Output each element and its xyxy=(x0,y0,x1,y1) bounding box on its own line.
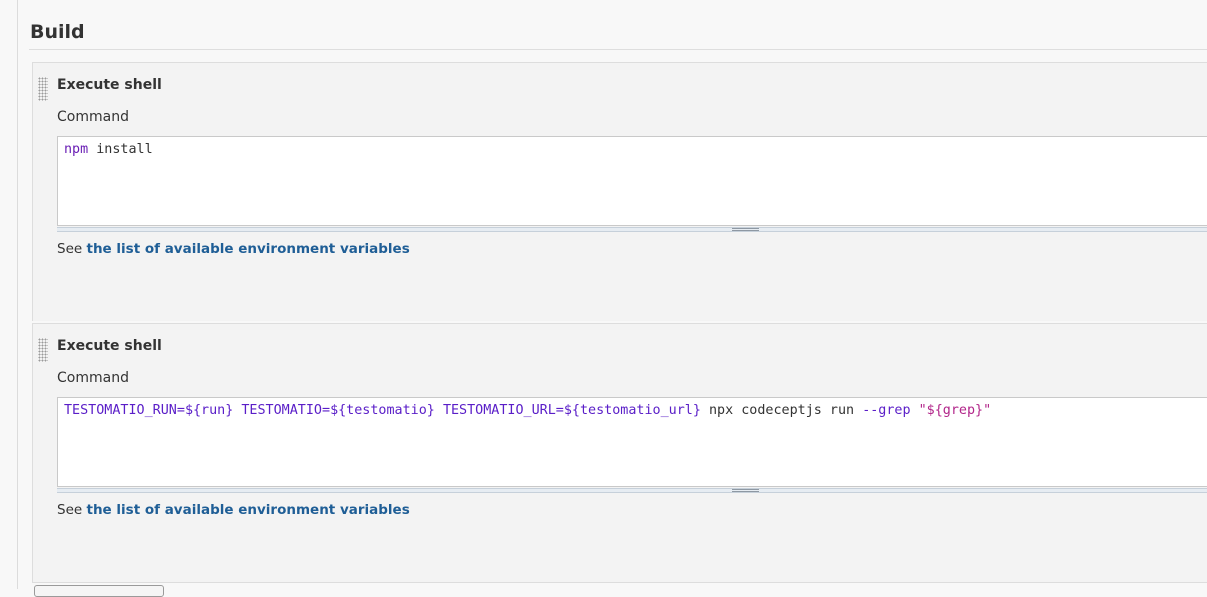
code-token: TESTOMATIO= xyxy=(241,403,331,418)
editor-resize-handle[interactable] xyxy=(57,227,1207,232)
help-prefix: See xyxy=(57,241,87,257)
drag-handle-icon[interactable] xyxy=(38,338,48,362)
step-title: Execute shell xyxy=(57,77,162,93)
code-token: "${grep}" xyxy=(918,403,992,418)
editor-resize-handle[interactable] xyxy=(57,488,1207,493)
command-label: Command xyxy=(57,370,129,386)
env-variables-link[interactable]: the list of available environment variab… xyxy=(86,241,409,257)
command-label: Command xyxy=(57,109,129,125)
build-step-execute-shell-2: Execute shell Command TESTOMATIO_RUN=${r… xyxy=(32,323,1207,582)
drag-handle-icon[interactable] xyxy=(38,77,48,101)
env-variables-link[interactable]: the list of available environment variab… xyxy=(86,502,409,518)
command-editor[interactable]: npm install xyxy=(57,136,1207,226)
code-token: ${testomatio} xyxy=(330,403,435,418)
steps-bottom-divider xyxy=(32,582,1207,583)
help-text: See the list of available environment va… xyxy=(57,502,410,518)
code-token: install xyxy=(88,142,153,157)
resize-grip-icon xyxy=(732,228,759,231)
code-token: TESTOMATIO_RUN= xyxy=(64,403,185,418)
code-token: --grep xyxy=(862,403,911,418)
command-editor[interactable]: TESTOMATIO_RUN=${run} TESTOMATIO=${testo… xyxy=(57,397,1207,487)
command-code-line: npm install xyxy=(64,142,153,157)
help-text: See the list of available environment va… xyxy=(57,241,410,257)
code-token: npx codeceptjs run xyxy=(700,403,863,418)
code-token: TESTOMATIO_URL= xyxy=(442,403,564,418)
section-divider xyxy=(29,49,1207,50)
help-prefix: See xyxy=(57,502,87,518)
add-build-step-button[interactable] xyxy=(34,585,164,597)
resize-grip-icon xyxy=(732,489,759,492)
step-title: Execute shell xyxy=(57,338,162,354)
build-step-execute-shell-1: Execute shell Command npm install See th… xyxy=(32,62,1207,321)
code-token: npm xyxy=(64,142,89,157)
page-left-border xyxy=(17,0,18,589)
build-section-title: Build xyxy=(30,21,85,43)
code-token: ${run} xyxy=(184,403,234,418)
command-code-line: TESTOMATIO_RUN=${run} TESTOMATIO=${testo… xyxy=(64,403,991,418)
code-token: ${testomatio_url} xyxy=(563,403,701,418)
